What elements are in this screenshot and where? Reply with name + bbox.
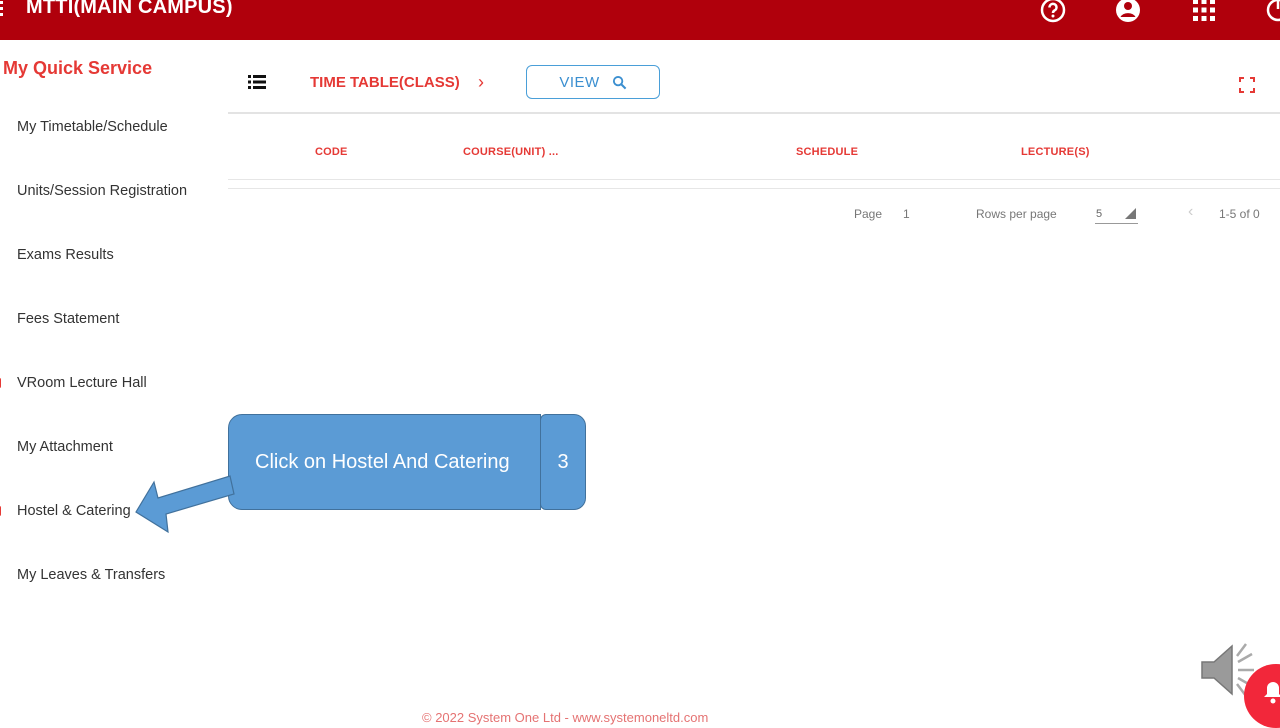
column-header-schedule[interactable]: SCHEDULE	[796, 146, 858, 158]
active-indicator	[0, 506, 1, 516]
help-icon[interactable]	[1039, 0, 1067, 24]
sidebar-item-my-attachment[interactable]: My Attachment	[17, 439, 113, 455]
sidebar-item-exams-results[interactable]: Exams Results	[17, 247, 114, 263]
dropdown-triangle-icon	[1125, 208, 1136, 219]
rows-per-page-value: 5	[1096, 208, 1103, 220]
top-app-bar: MTTI(MAIN CAMPUS)	[0, 0, 1280, 40]
breadcrumb-timetable[interactable]: TIME TABLE(CLASS)	[310, 74, 460, 91]
column-header-code[interactable]: CODE	[315, 146, 348, 158]
callout-text: Click on Hostel And Catering	[255, 451, 510, 473]
table-footer-divider	[228, 188, 1280, 189]
page-number: 1	[903, 207, 910, 221]
tutorial-callout: Click on Hostel And Catering 3	[228, 414, 586, 510]
chevron-right-icon: ›	[478, 72, 484, 92]
account-icon[interactable]	[1114, 0, 1142, 24]
active-indicator	[0, 378, 1, 388]
sidebar-item-my-timetable[interactable]: My Timetable/Schedule	[17, 119, 168, 135]
power-icon[interactable]	[1264, 0, 1280, 24]
rows-per-page-select[interactable]: 5	[1095, 204, 1138, 224]
page-label: Page	[854, 207, 883, 221]
column-header-lectures[interactable]: LECTURE(S)	[1021, 146, 1090, 158]
list-view-icon[interactable]	[248, 74, 266, 90]
sidebar-item-vroom-lecture-hall[interactable]: VRoom Lecture Hall	[17, 375, 147, 391]
chevron-left-icon[interactable]: ‹	[1188, 203, 1193, 221]
view-button[interactable]: VIEW	[526, 65, 660, 99]
footer-copyright: © 2022 System One Ltd - www.systemoneltd…	[422, 710, 709, 725]
search-icon	[612, 75, 626, 89]
table-header-divider	[228, 179, 1280, 180]
bell-icon	[1264, 682, 1280, 704]
rows-per-page-label: Rows per page	[976, 207, 1057, 221]
sidebar-item-fees-statement[interactable]: Fees Statement	[17, 311, 119, 327]
sidebar-item-hostel-catering[interactable]: Hostel & Catering	[17, 503, 131, 519]
sidebar-item-leaves-transfers[interactable]: My Leaves & Transfers	[17, 567, 165, 583]
menu-icon[interactable]	[0, 0, 7, 20]
view-button-label: VIEW	[559, 73, 600, 91]
callout-box: Click on Hostel And Catering	[228, 414, 541, 510]
column-header-course[interactable]: COURSE(UNIT) ...	[463, 146, 558, 158]
page-range: 1-5 of 0	[1219, 207, 1260, 221]
callout-arrow-icon	[135, 475, 235, 534]
sidebar-item-units-registration[interactable]: Units/Session Registration	[17, 183, 187, 199]
apps-grid-icon[interactable]	[1190, 0, 1218, 24]
callout-step-number: 3	[540, 414, 586, 510]
toolbar-divider	[228, 112, 1280, 114]
sidebar-title: My Quick Service	[3, 58, 153, 78]
fullscreen-icon[interactable]	[1239, 77, 1255, 93]
app-title: MTTI(MAIN CAMPUS)	[26, 0, 233, 18]
